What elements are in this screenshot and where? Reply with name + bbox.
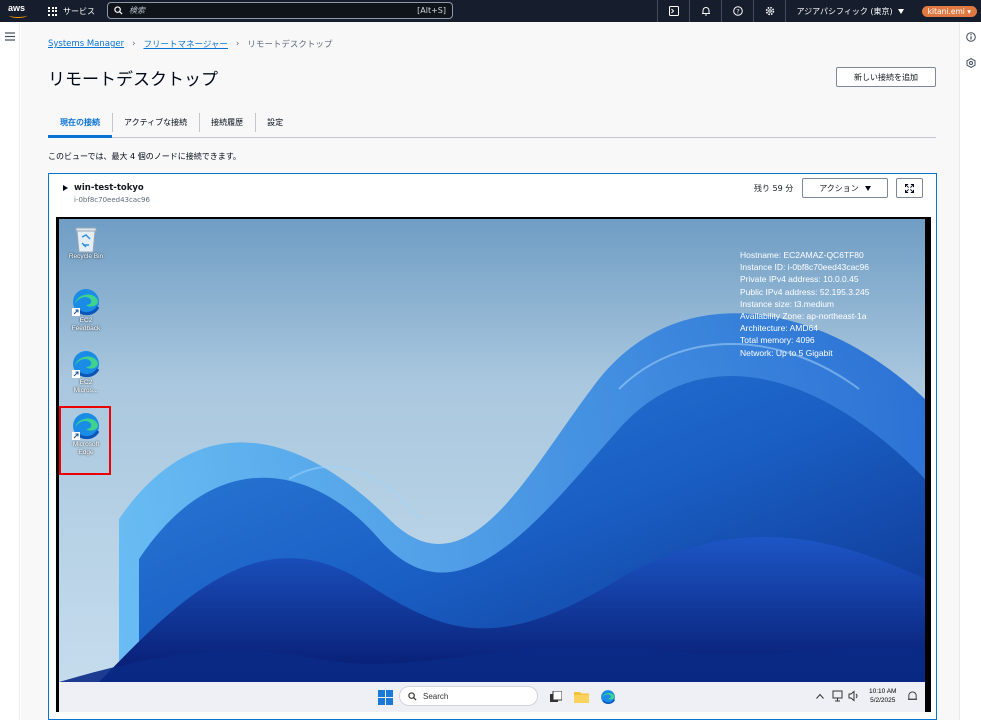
sysinfo-instance-id: Instance ID: i-0bf8c70eed43cac96 xyxy=(740,262,870,273)
sysinfo-architecture: Architecture: AMD64 xyxy=(740,323,818,334)
caret-down-icon xyxy=(864,185,871,191)
chevron-down-icon xyxy=(897,8,904,14)
search-input[interactable]: 検索 [Alt+S] xyxy=(107,2,453,19)
network-icon[interactable] xyxy=(832,690,844,702)
search-shortcut: [Alt+S] xyxy=(417,6,446,15)
sysinfo-public-ip: Public IPv4 address: 52.195.3.245 xyxy=(740,286,870,297)
sysinfo-az: Availability Zone: ap-northeast-1a xyxy=(740,311,867,322)
taskbar-clock[interactable]: 10:10 AM 5/2/2025 xyxy=(869,687,896,705)
highlight-box xyxy=(59,406,111,475)
session-header: win-test-tokyo i-0bf8c70eed43cac96 残り 59… xyxy=(49,174,936,216)
recycle-bin-icon xyxy=(75,227,97,253)
services-menu-button[interactable]: サービス xyxy=(48,6,95,17)
system-info-overlay: Hostname: EC2AMAZ-QC6TF80 Instance ID: i… xyxy=(740,249,869,359)
tab-connection-history[interactable]: 接続履歴 xyxy=(199,107,255,137)
edge-icon xyxy=(72,351,100,378)
search-placeholder: 検索 xyxy=(129,6,145,15)
node-id: i-0bf8c70eed43cac96 xyxy=(74,196,150,204)
sysinfo-network: Network: Up to 5 Gigabit xyxy=(740,347,833,358)
fullscreen-icon xyxy=(905,183,914,193)
search-icon xyxy=(114,6,123,15)
search-icon xyxy=(408,691,417,701)
right-rail xyxy=(959,22,981,720)
ec2-feedback-label-1: EC2 xyxy=(79,317,93,324)
page-title: リモートデスクトップ xyxy=(48,70,218,90)
aws-logo-text: aws xyxy=(8,3,26,13)
ec2-microsoft-label-2: Micros... xyxy=(73,387,99,394)
sysinfo-hostname: Hostname: EC2AMAZ-QC6TF80 xyxy=(740,250,864,260)
sysinfo-instance-size: Instance size: t3.medium xyxy=(740,298,835,309)
node-name: win-test-tokyo xyxy=(74,183,144,193)
ec2-feedback-label-2: Feedback xyxy=(71,325,101,332)
remote-desktop-view[interactable]: Hostname: EC2AMAZ-QC6TF80 Instance ID: i… xyxy=(56,217,931,712)
main-content: Systems Manager › フリートマネージャー › リモートデスクトッ… xyxy=(21,22,959,720)
grid-icon xyxy=(48,6,57,16)
taskbar-search-label: Search xyxy=(423,691,449,701)
services-label: サービス xyxy=(63,6,95,16)
windows-start-icon[interactable] xyxy=(378,690,393,705)
desktop-icon-recycle-bin[interactable]: Recycle Bin xyxy=(62,225,110,261)
user-menu[interactable]: kitani.emi ▾ xyxy=(921,5,977,17)
hexagon-icon[interactable] xyxy=(966,58,976,68)
node-toggle[interactable]: win-test-tokyo xyxy=(63,183,144,193)
recycle-bin-label: Recycle Bin xyxy=(68,253,104,260)
chevron-up-icon[interactable] xyxy=(816,693,824,699)
tab-active-connections[interactable]: アクティブな接続 xyxy=(112,107,199,137)
add-connection-button[interactable]: 新しい接続を追加 xyxy=(836,67,936,87)
region-selector[interactable]: アジアパシフィック (東京) xyxy=(785,0,913,22)
user-name: kitani.emi xyxy=(927,6,965,16)
ec2-microsoft-label-1: EC2 xyxy=(79,379,93,386)
taskbar-date: 5/2/2025 xyxy=(870,697,896,704)
chevron-right-icon: › xyxy=(132,39,136,49)
tab-bar: 現在の接続 アクティブな接続 接続履歴 設定 xyxy=(48,107,936,138)
gear-icon[interactable] xyxy=(753,0,785,22)
sysinfo-private-ip: Private IPv4 address: 10.0.0.45 xyxy=(740,274,859,285)
session-panel: win-test-tokyo i-0bf8c70eed43cac96 残り 59… xyxy=(48,173,937,720)
actions-dropdown-button[interactable]: アクション xyxy=(802,178,888,198)
taskbar-time: 10:10 AM xyxy=(869,688,897,695)
tab-settings[interactable]: 設定 xyxy=(255,107,295,137)
desktop-wallpaper[interactable]: Hostname: EC2AMAZ-QC6TF80 Instance ID: i… xyxy=(59,219,925,682)
hamburger-menu-icon[interactable] xyxy=(5,32,15,41)
taskbar-search-box[interactable]: Search xyxy=(399,686,538,706)
desktop-icon-ec2-feedback[interactable]: EC2 Feedback xyxy=(62,287,110,333)
top-navigation: aws サービス 検索 [Alt+S] ? アジアパシフィック (東京) kit… xyxy=(0,0,981,22)
caret-right-icon xyxy=(63,185,68,191)
bell-icon[interactable] xyxy=(689,0,721,22)
info-icon[interactable] xyxy=(966,32,976,42)
left-rail xyxy=(0,22,20,720)
breadcrumb-current: リモートデスクトップ xyxy=(247,40,333,50)
task-view-icon[interactable] xyxy=(550,691,562,703)
tab-current-connections[interactable]: 現在の接続 xyxy=(48,107,112,138)
breadcrumb: Systems Manager › フリートマネージャー › リモートデスクトッ… xyxy=(48,38,332,50)
help-icon[interactable]: ? xyxy=(721,0,753,22)
breadcrumb-systems-manager[interactable]: Systems Manager xyxy=(48,39,124,49)
chevron-right-icon: › xyxy=(235,39,240,49)
sysinfo-memory: Total memory: 4096 xyxy=(740,335,815,346)
edge-icon xyxy=(72,289,100,316)
file-explorer-icon[interactable] xyxy=(574,690,589,703)
actions-label: アクション xyxy=(819,183,859,193)
region-label: アジアパシフィック (東京) xyxy=(796,6,893,16)
volume-icon[interactable] xyxy=(848,690,860,702)
desktop-icon-ec2-microsoft[interactable]: EC2 Micros... xyxy=(62,349,110,395)
edge-taskbar-icon[interactable] xyxy=(600,689,616,705)
windows-taskbar: Search 10:10 AM 5/2/2025 xyxy=(59,682,925,712)
aws-logo[interactable]: aws xyxy=(8,3,30,19)
cloudshell-icon[interactable] xyxy=(657,0,689,22)
breadcrumb-fleet-manager[interactable]: フリートマネージャー xyxy=(144,38,228,50)
fullscreen-button[interactable] xyxy=(896,178,923,198)
notification-icon[interactable] xyxy=(907,691,918,702)
svg-text:?: ? xyxy=(736,7,739,15)
time-remaining: 残り 59 分 xyxy=(754,184,794,193)
max-nodes-note: このビューでは、最大 4 個のノードに接続できます。 xyxy=(48,152,241,161)
